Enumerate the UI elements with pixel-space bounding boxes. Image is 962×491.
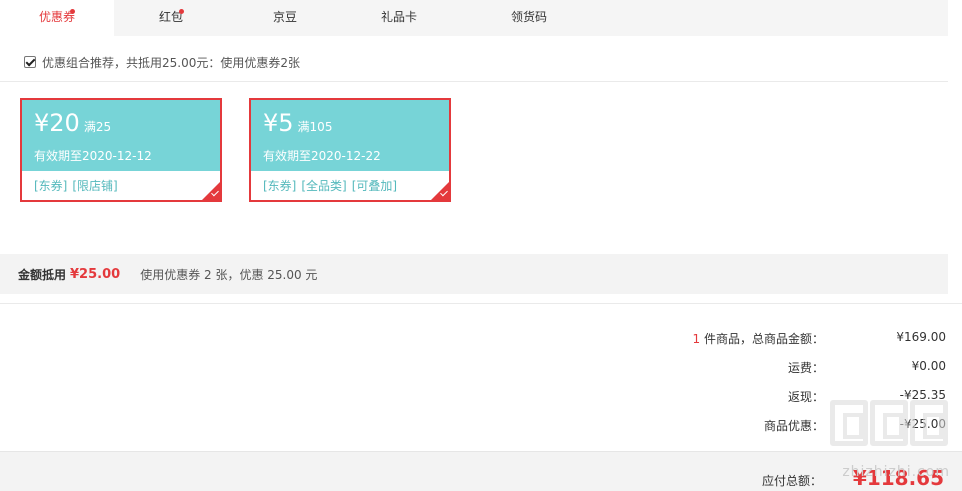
tab-gift-card-label: 礼品卡 <box>380 10 417 24</box>
coupon-head: ¥20 满25 有效期至2020-12-12 <box>22 100 220 171</box>
new-dot-icon <box>179 9 184 14</box>
combo-text: 优惠组合推荐，共抵用25.00元：使用优惠券2张 <box>42 55 300 70</box>
summary-label: 金额抵用 <box>18 267 67 282</box>
watermark-glyph <box>870 400 908 446</box>
summary-detail: 使用优惠券 2 张，优惠 25.00 元 <box>140 267 318 282</box>
goods-total-value: ¥169.00 <box>896 330 946 344</box>
tab-jd-beans[interactable]: 京豆 <box>228 0 342 36</box>
divider <box>0 81 948 82</box>
summary-amount: ¥25.00 <box>70 266 121 282</box>
tab-gift-card[interactable]: 礼品卡 <box>342 0 456 36</box>
divider <box>0 303 962 304</box>
tab-red-packet[interactable]: 红包 <box>114 0 228 36</box>
combo-checkbox[interactable] <box>24 56 36 68</box>
coupon-amount-line: ¥20 满25 <box>34 109 220 141</box>
cashback-label: 返现： <box>787 390 824 404</box>
discount-summary: 金额抵用 ¥25.00 使用优惠券 2 张，优惠 25.00 元 <box>0 254 948 294</box>
payable-label: 应付总额： <box>761 474 822 488</box>
coupon-tag: [全品类] <box>301 179 347 193</box>
tab-jd-beans-label: 京豆 <box>272 10 297 24</box>
tab-bar: 优惠券 红包 京豆 礼品卡 领货码 <box>0 0 948 36</box>
coupon-amount: ¥20 <box>34 109 80 137</box>
tab-pickup-code[interactable]: 领货码 <box>456 0 602 36</box>
coupon-card[interactable]: ¥5 满105 有效期至2020-12-22 [东券] [全品类] [可叠加] <box>249 98 451 202</box>
shipping-label: 运费： <box>787 361 824 375</box>
combo-recommendation: 优惠组合推荐，共抵用25.00元：使用优惠券2张 <box>24 54 300 70</box>
goods-total-label: 1 件商品，总商品金额： <box>693 330 824 347</box>
coupon-tag: [东券] <box>263 179 297 193</box>
coupon-expiry: 有效期至2020-12-12 <box>34 149 152 163</box>
shipping-row: 运费： ¥0.00 <box>600 359 946 375</box>
watermark-glyph <box>910 400 948 446</box>
coupon-amount: ¥5 <box>263 109 294 137</box>
new-dot-icon <box>70 9 75 14</box>
payable-footer: 应付总额： ¥118.65 <box>0 451 962 491</box>
coupon-condition: 满25 <box>83 120 112 134</box>
coupon-tag: [可叠加] <box>351 179 398 193</box>
coupon-tags: [东券] [全品类] [可叠加] <box>251 171 449 194</box>
coupon-head: ¥5 满105 有效期至2020-12-22 <box>251 100 449 171</box>
coupon-tag: [东券] <box>34 179 68 193</box>
goods-total-text: 件商品，总商品金额： <box>700 332 824 346</box>
coupon-tag: [限店铺] <box>72 179 118 193</box>
watermark-glyph <box>830 400 868 446</box>
coupon-expiry: 有效期至2020-12-22 <box>263 149 381 163</box>
coupon-tags: [东券] [限店铺] <box>22 171 220 194</box>
tab-coupon[interactable]: 优惠券 <box>0 0 114 36</box>
tab-pickup-code-label: 领货码 <box>510 10 547 24</box>
shipping-value: ¥0.00 <box>911 359 946 373</box>
coupon-amount-line: ¥5 满105 <box>263 109 449 141</box>
goods-total-row: 1 件商品，总商品金额： ¥169.00 <box>600 330 946 346</box>
discount-label: 商品优惠： <box>763 419 824 433</box>
watermark-text: zhizhizhi.com <box>842 464 950 480</box>
coupon-condition: 满105 <box>297 120 333 134</box>
coupon-card[interactable]: ¥20 满25 有效期至2020-12-12 [东券] [限店铺] <box>20 98 222 202</box>
watermark-logo <box>830 400 948 446</box>
